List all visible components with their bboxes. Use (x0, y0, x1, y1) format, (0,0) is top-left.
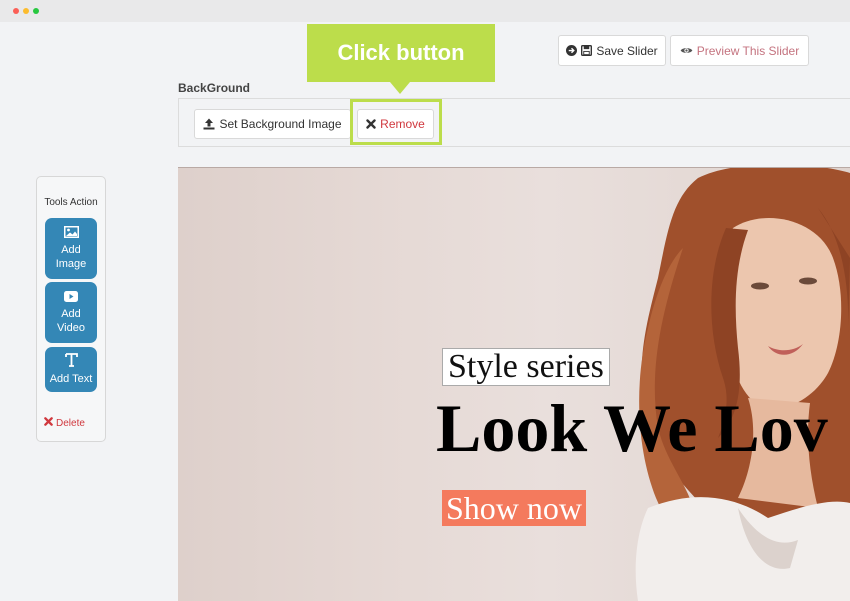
close-icon (366, 119, 376, 129)
delete-button[interactable]: Delete (44, 417, 85, 429)
save-slider-button[interactable]: Save Slider (558, 35, 666, 66)
show-now-button[interactable]: Show now (442, 490, 587, 526)
close-icon (44, 417, 53, 429)
slide-canvas[interactable]: Style series Look We Lov Show now (178, 167, 850, 601)
text-icon (64, 353, 78, 372)
callout-text: Click button (337, 40, 465, 65)
window-titlebar (0, 0, 850, 22)
add-video-button[interactable]: Add Video (45, 282, 97, 343)
add-image-label: Add Image (55, 244, 87, 270)
close-window-dot[interactable] (13, 8, 19, 14)
preview-slider-label: Preview This Slider (696, 43, 800, 58)
minimize-window-dot[interactable] (23, 8, 29, 14)
background-section-label: BackGround (178, 81, 251, 95)
slide-subtitle[interactable]: Style series (442, 348, 610, 386)
add-image-button[interactable]: Add Image (45, 218, 97, 279)
upload-icon (203, 118, 215, 130)
image-icon (63, 226, 79, 243)
slide-headline[interactable]: Look We Lov (436, 388, 828, 468)
video-icon (64, 290, 78, 307)
add-text-label: Add Text (49, 373, 93, 385)
floppy-icon (581, 45, 593, 56)
preview-slider-button[interactable]: Preview This Slider (670, 35, 809, 66)
set-background-image-label: Set Background Image (219, 117, 342, 131)
save-slider-label: Save Slider (596, 43, 658, 58)
eye-icon (680, 46, 693, 55)
delete-label: Delete (56, 417, 85, 429)
set-background-image-button[interactable]: Set Background Image (194, 109, 351, 139)
remove-background-button[interactable]: Remove (357, 109, 434, 139)
callout-arrow (390, 82, 410, 94)
add-text-button[interactable]: Add Text (45, 347, 97, 392)
click-button-callout: Click button (307, 24, 495, 82)
remove-label: Remove (380, 117, 425, 131)
tools-action-panel: Tools Action Add Image Add Video Add Tex… (36, 176, 106, 442)
add-video-label: Add Video (57, 307, 85, 334)
circle-arrow-icon (566, 45, 578, 56)
maximize-window-dot[interactable] (33, 8, 39, 14)
tools-action-title: Tools Action (44, 197, 98, 208)
